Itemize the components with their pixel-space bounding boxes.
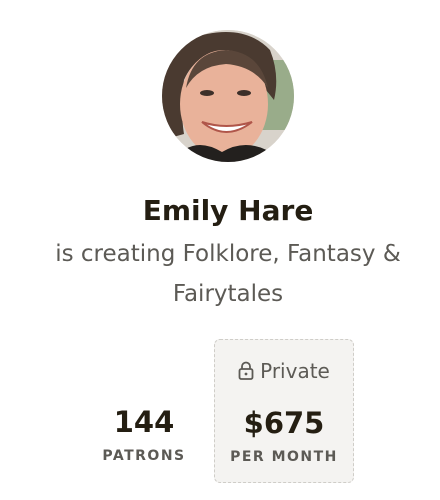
creator-tagline: is creating Folklore, Fantasy & Fairytal… <box>55 241 401 307</box>
avatar-photo <box>162 30 294 162</box>
private-indicator: Private <box>215 357 353 387</box>
avatar <box>162 30 294 162</box>
patrons-count: 144 <box>113 405 175 439</box>
income-amount: $675 <box>243 406 325 440</box>
creator-name: Emily Hare <box>142 194 314 227</box>
patrons-label: PATRONS <box>102 448 186 464</box>
private-income-box: Private $675 PER MONTH <box>214 339 354 483</box>
private-label: Private <box>260 359 330 383</box>
patrons-stat: 144 PATRONS <box>92 404 196 466</box>
income-period-label: PER MONTH <box>230 449 338 465</box>
income-stat: $675 PER MONTH <box>215 405 353 467</box>
lock-icon <box>238 359 254 387</box>
